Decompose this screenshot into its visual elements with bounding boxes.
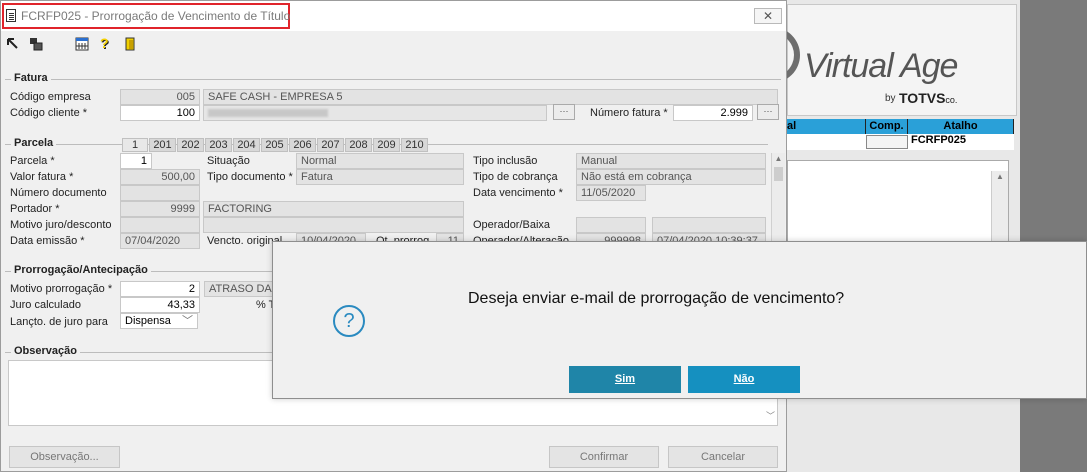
valor-fatura-field: 500,00	[120, 169, 200, 185]
valor-fatura-label: Valor fatura *	[10, 171, 74, 183]
data-vencimento-label: Data vencimento *	[473, 187, 563, 199]
svg-text:?: ?	[100, 37, 109, 51]
document-icon	[6, 9, 16, 22]
motivo-juro-field	[120, 217, 200, 233]
title-bar: FCRFP025 - Prorrogação de Vencimento de …	[1, 1, 786, 31]
parcela-label: Parcela *	[10, 155, 55, 167]
portador-code-field: 9999	[120, 201, 200, 217]
data-vencimento-field: 11/05/2020	[576, 185, 646, 201]
observacao-group-title: Observação	[11, 345, 80, 357]
question-icon: ?	[333, 305, 365, 337]
tipo-inclusao-field: Manual	[576, 153, 766, 169]
lancto-juro-select[interactable]: Dispensa ﹀	[120, 313, 198, 329]
prorrogacao-group-title: Prorrogação/Antecipação	[11, 264, 151, 276]
motivo-prorrogacao-label: Motivo prorrogação *	[10, 283, 113, 295]
codigo-cliente-label: Código cliente *	[10, 107, 88, 119]
dialog-message: Deseja enviar e-mail de prorrogação de v…	[468, 290, 845, 307]
parcela-tab-205[interactable]: 205	[261, 138, 288, 152]
codigo-empresa-field[interactable]: 005	[120, 89, 200, 105]
parcela-tab-202[interactable]: 202	[177, 138, 204, 152]
operador-baixa-field	[576, 217, 646, 233]
tipo-cobranca-field: Não está em cobrança	[576, 169, 766, 185]
codigo-cliente-field[interactable]: 100	[120, 105, 200, 121]
parcela-tab-210[interactable]: 210	[401, 138, 428, 152]
tipo-documento-field: Fatura	[296, 169, 464, 185]
parcela-tab-203[interactable]: 203	[205, 138, 232, 152]
scroll-down-icon[interactable]: ﹀	[766, 409, 776, 421]
motivo-prorrogacao-desc: ATRASO DA T	[204, 281, 273, 297]
virtual-age-logo: Virtual Age by TOTVSco.	[758, 4, 1017, 116]
operador-baixa-label: Operador/Baixa	[473, 219, 551, 231]
help-icon[interactable]: ??	[98, 35, 112, 52]
parcela-group-title: Parcela	[11, 137, 57, 149]
parcela-tab-208[interactable]: 208	[345, 138, 372, 152]
arrow-icon[interactable]	[6, 37, 20, 51]
sim-button[interactable]: Sim	[569, 366, 681, 393]
confirm-dialog: ? Deseja enviar e-mail de prorrogação de…	[272, 241, 1087, 399]
tipo-documento-label: Tipo documento *	[207, 171, 293, 183]
parcela-tab-201[interactable]: 201	[149, 138, 176, 152]
nao-button[interactable]: Não	[688, 366, 800, 393]
shortcut-cell: FCRFP025	[911, 134, 967, 146]
juro-calculado-label: Juro calculado	[10, 299, 81, 311]
parcela-tab-207[interactable]: 207	[317, 138, 344, 152]
data-emissao-field: 07/04/2020	[120, 233, 200, 249]
numero-documento-field	[120, 185, 200, 201]
chevron-down-icon: ﹀	[182, 315, 193, 327]
tipo-cobranca-label: Tipo de cobrança	[473, 171, 558, 183]
numero-documento-label: Número documento	[10, 187, 107, 199]
cliente-nome-field	[203, 105, 547, 121]
background-list-panel	[787, 160, 1009, 250]
background-scrollbar[interactable]: ▲	[991, 171, 1008, 241]
parcela-scrollbar[interactable]: ▲	[771, 153, 785, 243]
shortcuts-table: al Comp. Atalho FCRFP025	[787, 119, 1014, 150]
parcela-field[interactable]: 1	[120, 153, 152, 169]
cancelar-button[interactable]: Cancelar	[668, 446, 778, 468]
parcela-tab-209[interactable]: 209	[373, 138, 400, 152]
situacao-label: Situação	[207, 155, 250, 167]
comp-checkbox[interactable]	[866, 135, 908, 149]
confirmar-button[interactable]: Confirmar	[549, 446, 659, 468]
situacao-field: Normal	[296, 153, 464, 169]
observacao-button[interactable]: Observação...	[9, 446, 120, 468]
logo-text: Virtual Age	[804, 47, 958, 85]
codigo-empresa-label: Código empresa	[10, 91, 91, 103]
toolbar: ??	[1, 31, 786, 59]
lancto-juro-label: Lançto. de juro para	[10, 316, 108, 328]
motivo-juro-label: Motivo juro/desconto	[10, 219, 112, 231]
background-dark-strip	[1020, 0, 1087, 472]
windows-icon[interactable]	[29, 37, 43, 51]
numero-fatura-field[interactable]: 2.999	[673, 105, 753, 121]
header-col-atalho: Atalho	[908, 119, 1014, 134]
vencto-original-label: Vencto. original	[207, 235, 283, 247]
operador-baixa-date-field	[652, 217, 766, 233]
cliente-lookup-button[interactable]: ···	[553, 104, 575, 120]
portador-name-field: FACTORING	[203, 201, 464, 217]
background-app: Virtual Age by TOTVSco. al Comp. Atalho …	[758, 0, 1087, 472]
parcela-tab-204[interactable]: 204	[233, 138, 260, 152]
close-button[interactable]: ✕	[754, 8, 782, 24]
exit-door-icon[interactable]	[123, 37, 137, 51]
numero-fatura-label: Número fatura *	[590, 107, 668, 119]
data-emissao-label: Data emissão *	[10, 235, 85, 247]
tipo-inclusao-label: Tipo inclusão	[473, 155, 538, 167]
parcela-tab-1[interactable]: 1	[122, 138, 148, 152]
motivo-prorrogacao-field[interactable]: 2	[120, 281, 200, 297]
motivo-juro-desc-field	[203, 217, 464, 233]
window-title: FCRFP025 - Prorrogação de Vencimento de …	[21, 9, 291, 23]
juro-calculado-field[interactable]: 43,33	[120, 297, 200, 313]
calculator-icon[interactable]	[75, 37, 89, 51]
logo-by-text: by	[885, 93, 896, 104]
header-col-menu: al	[787, 119, 866, 134]
logo-company: TOTVSco.	[899, 90, 958, 106]
parcela-tab-206[interactable]: 206	[289, 138, 316, 152]
fatura-lookup-button[interactable]: ···	[757, 104, 779, 120]
main-window: FCRFP025 - Prorrogação de Vencimento de …	[0, 0, 787, 472]
fatura-group-title: Fatura	[11, 72, 51, 84]
table-row[interactable]: FCRFP025	[787, 134, 1014, 150]
portador-label: Portador *	[10, 203, 60, 215]
shortcuts-table-header: al Comp. Atalho	[787, 119, 1014, 134]
header-col-comp: Comp.	[866, 119, 908, 134]
empresa-nome-field: SAFE CASH - EMPRESA 5	[203, 89, 778, 105]
